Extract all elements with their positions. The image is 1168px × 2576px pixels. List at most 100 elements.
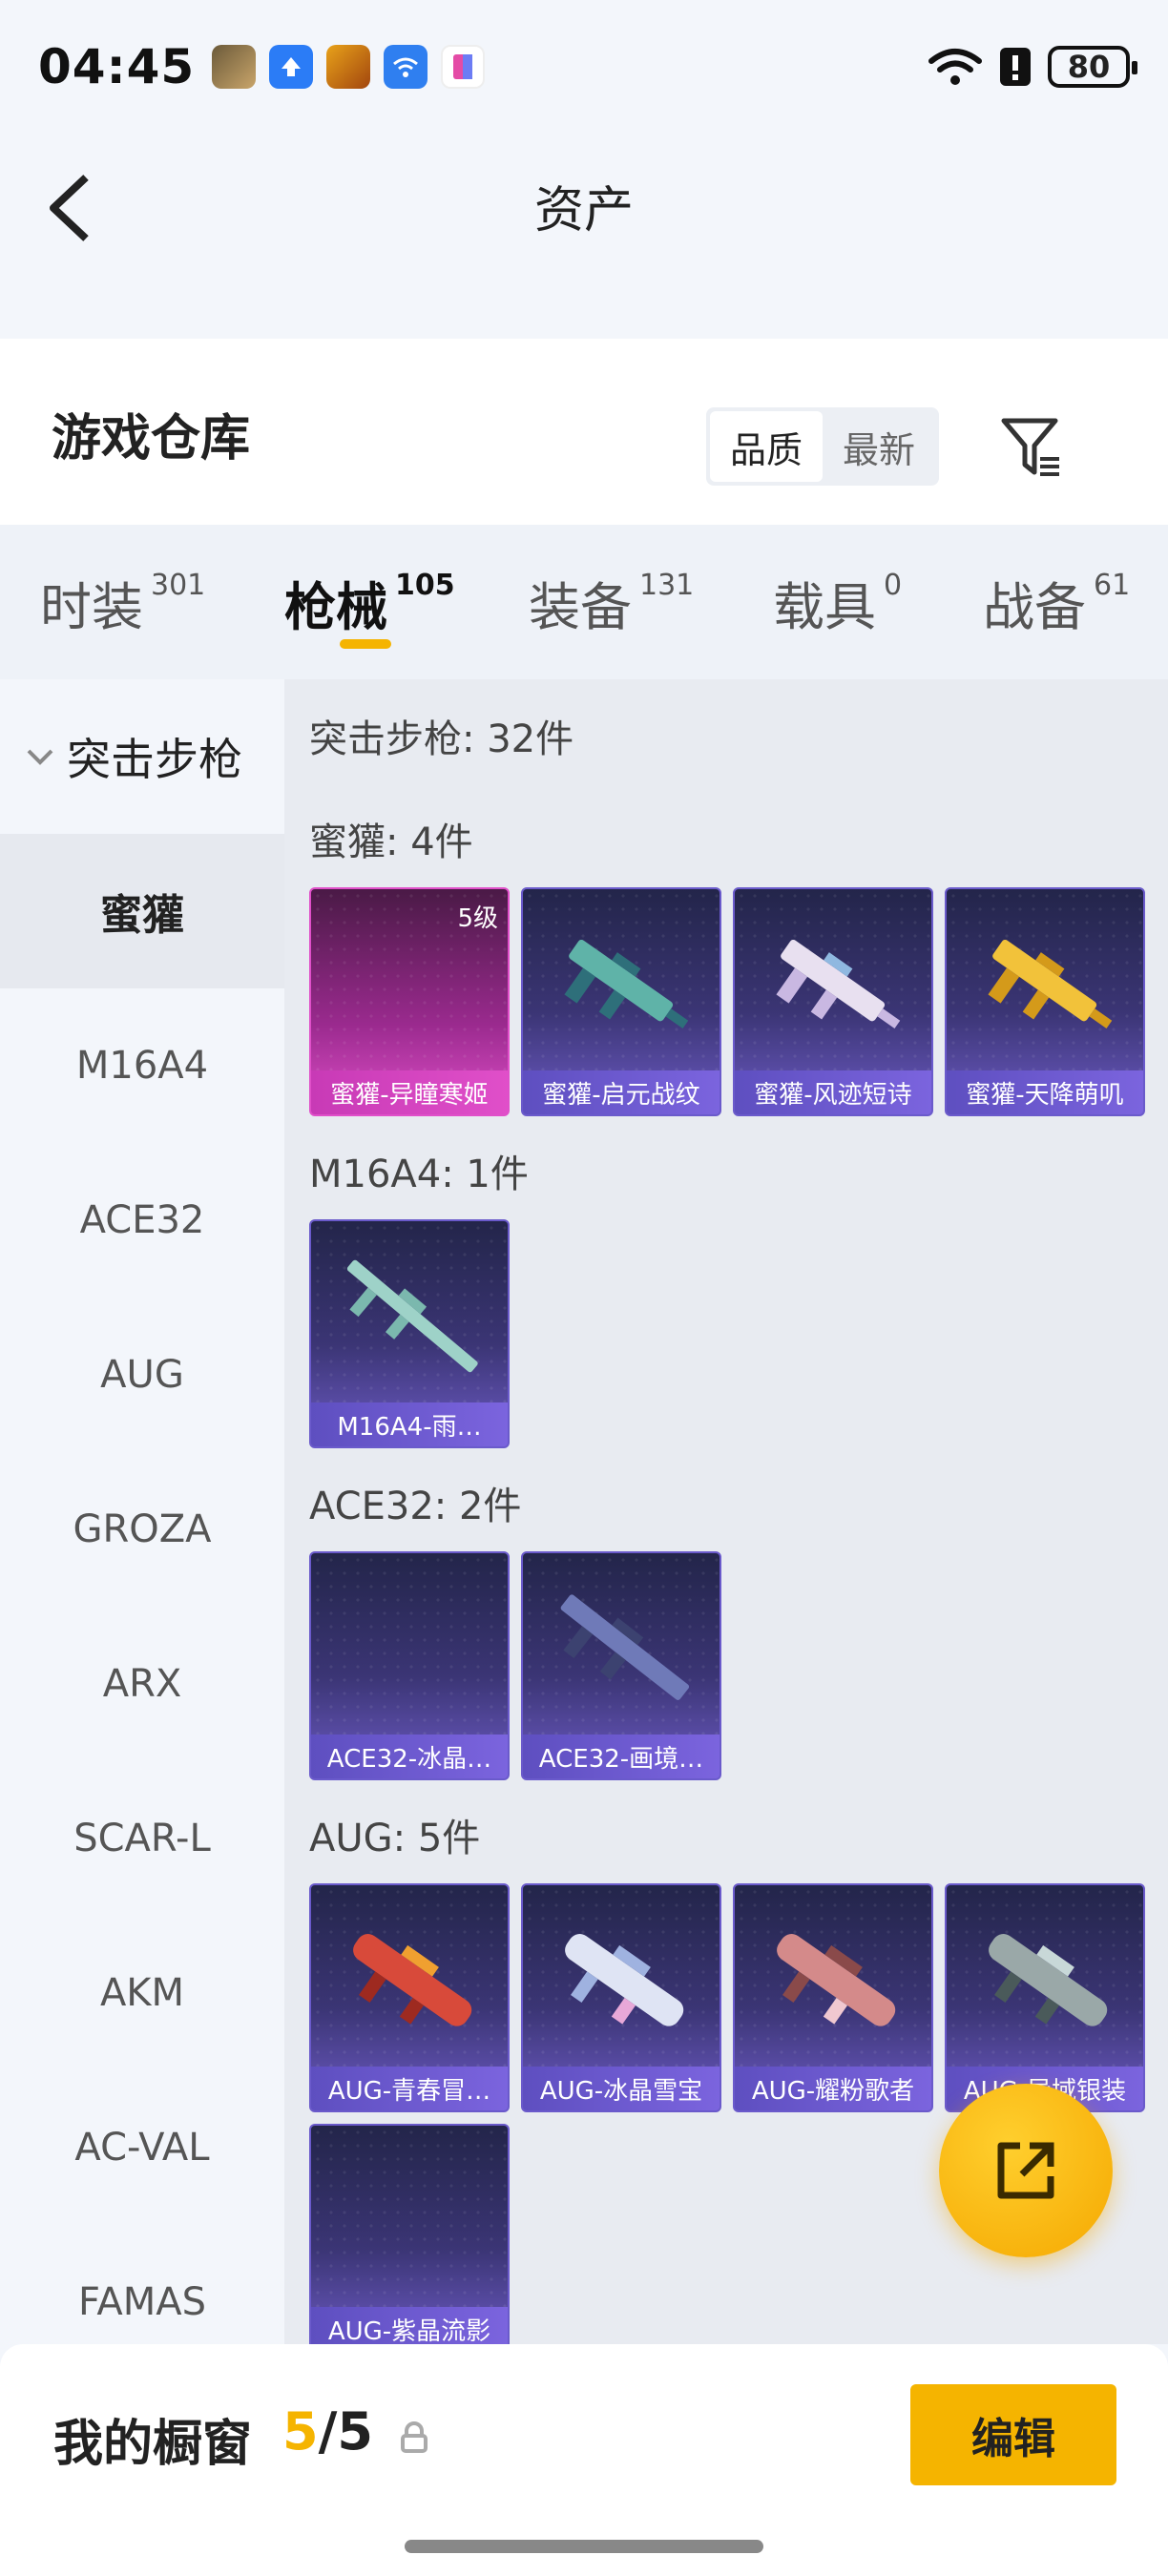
tab-battle-prep[interactable]: 战备 61	[983, 565, 1130, 640]
sort-option-newest[interactable]: 最新	[823, 411, 935, 482]
share-external-icon	[997, 2142, 1054, 2199]
showcase-current: 5	[282, 2401, 319, 2462]
sidebar-item-ac-val[interactable]: AC-VAL	[0, 2070, 284, 2225]
sort-option-quality[interactable]: 品质	[710, 411, 823, 482]
upload-app-icon	[269, 45, 314, 89]
section-heading: AUG: 5件	[309, 1817, 481, 1860]
active-tab-indicator	[340, 639, 391, 649]
sort-toggle: 品质 最新	[706, 407, 939, 486]
sidebar-item-arx[interactable]: ARX	[0, 1607, 284, 1761]
showcase-count: 5/5	[282, 2401, 373, 2462]
tab-guns[interactable]: 枪械 105	[284, 565, 455, 640]
section-heading: ACE32: 2件	[309, 1485, 522, 1528]
rifle-icon	[346, 1259, 478, 1373]
skin-name: AUG-耀粉歌者	[735, 2067, 931, 2110]
top-nav-bar: 资产	[0, 134, 1168, 277]
section-heading: M16A4: 1件	[309, 1153, 529, 1196]
tab-count: 0	[884, 569, 903, 602]
rifle-icon	[989, 1934, 1108, 2026]
skin-name: AUG-紫晶流影	[311, 2307, 508, 2344]
skin-name: 蜜獾-启元战纹	[523, 1070, 720, 1114]
rifle-icon	[565, 1934, 684, 2026]
category-tabs: 时装 301 枪械 105 装备 131 载具 0 战备 61	[0, 525, 1168, 679]
skin-name: 蜜獾-天降萌叽	[947, 1070, 1143, 1114]
sidebar-item-ace32[interactable]: ACE32	[0, 1143, 284, 1298]
smg-icon	[988, 940, 1113, 1028]
pubg-app-icon	[212, 45, 257, 89]
skin-card[interactable]: AUG-耀粉歌者	[733, 1883, 933, 2112]
tab-label: 时装	[40, 577, 143, 637]
rifle-icon	[560, 1594, 690, 1700]
tab-count: 105	[395, 569, 455, 602]
smg-icon	[776, 940, 901, 1028]
skin-card[interactable]: M16A4-雨…	[309, 1219, 510, 1448]
sidebar-item-groza[interactable]: GROZA	[0, 1452, 284, 1607]
sidebar-item-honey-badger[interactable]: 蜜獾	[0, 834, 284, 988]
home-indicator[interactable]	[405, 2540, 763, 2553]
showcase-label: 我的橱窗	[53, 2416, 253, 2473]
sidebar-group-assault-rifles[interactable]: 突击步枪	[0, 679, 284, 834]
sidebar-item-m16a4[interactable]: M16A4	[0, 988, 284, 1143]
skin-name: ACE32-画境…	[523, 1735, 720, 1778]
rifle-icon	[777, 1934, 896, 2026]
status-app-icons	[212, 45, 486, 89]
skin-name: 蜜獾-异瞳寒姬	[311, 1070, 508, 1114]
filter-button[interactable]	[998, 413, 1067, 482]
status-time: 04:45	[38, 39, 196, 94]
skin-card[interactable]: ACE32-冰晶…	[309, 1551, 510, 1780]
skin-card[interactable]: AUG-冰晶雪宝	[521, 1883, 721, 2112]
skin-card[interactable]: ACE32-画境…	[521, 1551, 721, 1780]
tab-count: 61	[1094, 569, 1131, 602]
rifle-icon	[353, 1934, 472, 2026]
skin-card[interactable]: 蜜獾-启元战纹	[521, 887, 721, 1116]
sidebar-item-aug[interactable]: AUG	[0, 1298, 284, 1452]
tab-count: 131	[639, 569, 695, 602]
notification-alert-icon	[1000, 48, 1031, 86]
weapon-sidebar: 突击步枪 蜜獾 M16A4 ACE32 AUG GROZA ARX SCAR-L…	[0, 679, 284, 2344]
skin-card[interactable]: 蜜獾-风迹短诗	[733, 887, 933, 1116]
lock-icon	[401, 2421, 428, 2453]
bookmark-app-icon	[441, 45, 486, 89]
back-button[interactable]	[42, 170, 109, 246]
chevron-down-icon	[27, 749, 53, 765]
skin-name: M16A4-雨…	[311, 1402, 508, 1446]
skin-card[interactable]: AUG-异域银装	[945, 1883, 1145, 2112]
tab-label: 战备	[983, 577, 1086, 637]
share-fab-button[interactable]	[939, 2084, 1113, 2257]
showcase-max: 5	[337, 2401, 373, 2462]
sidebar-item-akm[interactable]: AKM	[0, 1916, 284, 2070]
tab-label: 枪械	[284, 577, 387, 637]
status-bar: 04:45 80	[0, 0, 1168, 134]
battery-level: 80	[1067, 49, 1111, 85]
smg-icon	[564, 940, 689, 1028]
back-arrow-icon	[50, 175, 89, 241]
warehouse-title: 游戏仓库	[52, 410, 251, 467]
tab-vehicles[interactable]: 载具 0	[773, 565, 902, 640]
skin-name: AUG-青春冒…	[311, 2067, 508, 2110]
wifi-app-icon	[384, 45, 428, 89]
battery-indicator: 80	[1048, 46, 1137, 88]
tab-count: 301	[151, 569, 206, 602]
filter-icon	[1001, 418, 1059, 476]
game-app-icon	[326, 45, 371, 89]
summary-heading: 突击步枪: 32件	[309, 717, 574, 761]
sidebar-item-scar-l[interactable]: SCAR-L	[0, 1761, 284, 1916]
skin-card[interactable]: AUG-青春冒…	[309, 1883, 510, 2112]
skin-card[interactable]: 5级 蜜獾-异瞳寒姬	[309, 887, 510, 1116]
tab-fashion[interactable]: 时装 301	[40, 565, 205, 640]
warehouse-header: 游戏仓库 品质 最新	[0, 339, 1168, 525]
page-title: 资产	[533, 181, 634, 239]
skin-name: 蜜獾-风迹短诗	[735, 1070, 931, 1114]
tab-label: 载具	[773, 577, 876, 637]
showcase-separator: /	[318, 2401, 338, 2462]
wifi-signal-icon	[928, 49, 982, 85]
edit-button[interactable]: 编辑	[910, 2384, 1116, 2485]
level-badge: 5级	[457, 904, 498, 933]
tab-label: 装备	[529, 577, 632, 637]
skin-name: ACE32-冰晶…	[311, 1735, 508, 1778]
skin-name: AUG-冰晶雪宝	[523, 2067, 720, 2110]
skin-card[interactable]: AUG-紫晶流影	[309, 2124, 510, 2344]
tab-equipment[interactable]: 装备 131	[529, 565, 694, 640]
section-heading: 蜜獾: 4件	[309, 821, 473, 864]
skin-card[interactable]: 蜜獾-天降萌叽	[945, 887, 1145, 1116]
